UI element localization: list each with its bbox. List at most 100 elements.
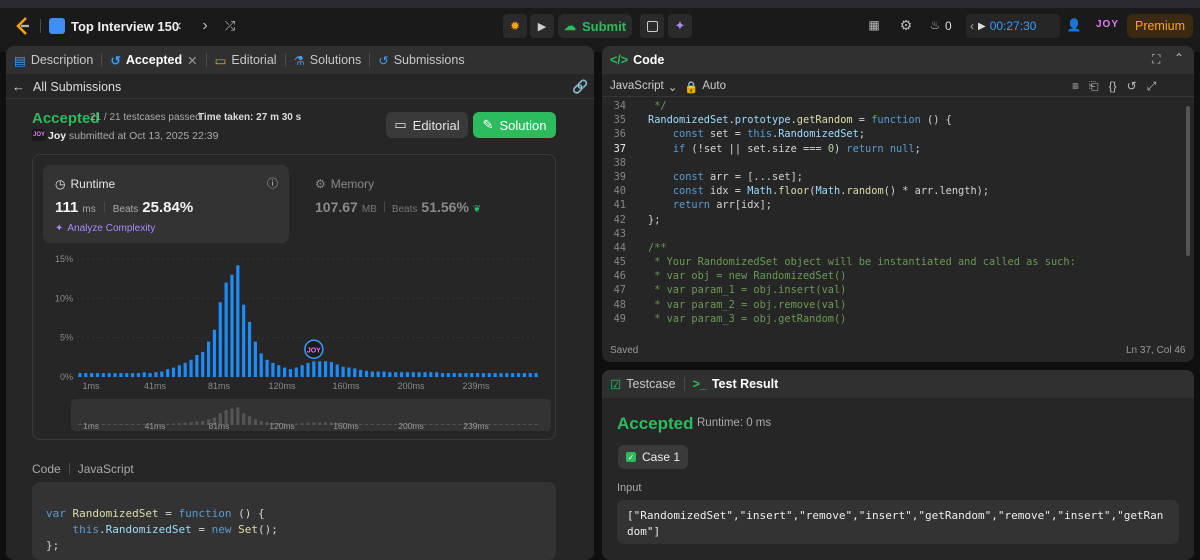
next-problem-icon[interactable]: › (198, 16, 212, 36)
overview-bar (259, 421, 263, 425)
note-button[interactable] (640, 14, 664, 38)
chart-bar (242, 304, 246, 377)
overview-bar (458, 424, 462, 425)
solution-button[interactable]: ✎ Solution (473, 112, 556, 138)
chart-bar (499, 373, 503, 377)
info-icon[interactable]: ⓘ (267, 175, 278, 191)
reset-icon[interactable]: ↺ (1127, 79, 1137, 94)
code-line: 41 return arr[idx]; (602, 199, 1182, 213)
overview-bar (429, 424, 433, 425)
timer-play-icon[interactable]: ▶ (978, 21, 986, 32)
braces-icon[interactable]: {} (1109, 79, 1117, 94)
chart-bar (166, 369, 170, 377)
editor-title: Code (633, 53, 665, 67)
problem-list-title[interactable]: Top Interview 150 (71, 19, 179, 34)
memory-value: 107.67 (315, 199, 358, 215)
tab-code[interactable]: </> Code (602, 46, 672, 74)
editor-scrollbar[interactable] (1186, 106, 1190, 256)
memory-beats-label: Beats (391, 204, 418, 215)
overview-bar (370, 424, 374, 425)
debug-button[interactable]: ✹ (503, 14, 527, 38)
overview-bar (528, 424, 532, 425)
user-avatar[interactable]: JOY (1096, 19, 1119, 30)
check-square-icon: ☑ (610, 377, 622, 392)
editor-panel: </> Code ⛶ ⌃ JavaScript ⌄ 🔒 Auto ≡ ⎗ {} ↺… (602, 46, 1194, 362)
tab-accepted[interactable]: ↺ Accepted ✕ (102, 46, 205, 74)
cursor-position: Ln 37, Col 46 (1126, 345, 1186, 356)
collapse-icon[interactable]: ⌃ (1174, 51, 1184, 65)
chart-bar (101, 373, 105, 377)
chart-bar (429, 372, 433, 377)
analyze-complexity-link[interactable]: ✦ Analyze Complexity (55, 223, 155, 234)
tab-editorial[interactable]: ▭ Editorial (207, 46, 285, 74)
prev-problem-icon[interactable]: ‹ (172, 16, 186, 36)
shuffle-icon[interactable]: ⤮ (222, 17, 238, 35)
chart-bar (353, 368, 357, 377)
premium-button[interactable]: Premium (1127, 14, 1193, 38)
tab-solutions[interactable]: ⚗ Solutions (286, 46, 370, 74)
editorial-button[interactable]: ▭ Editorial (386, 112, 468, 138)
mode-select[interactable]: 🔒 Auto (684, 80, 726, 94)
chart-bar (470, 373, 474, 377)
settings-gear-icon[interactable]: ⚙ (898, 17, 914, 33)
submitter-name[interactable]: Joy (48, 130, 66, 142)
chart-bar (218, 302, 222, 377)
run-button[interactable]: ▶ (530, 14, 554, 38)
overview-bar (516, 424, 521, 425)
back-to-submissions[interactable]: ← All Submissions (12, 79, 121, 94)
timer-collapse-icon[interactable]: ‹ (970, 19, 974, 33)
ai-assist-button[interactable]: ✦ (668, 14, 692, 38)
chart-bar (224, 282, 228, 377)
input-box: ["RandomizedSet","insert","remove","inse… (617, 500, 1179, 544)
chart-bar (394, 372, 398, 377)
code-icon: </> (610, 53, 629, 67)
code-line: 48 * var param_2 = obj.remove(val) (602, 299, 1182, 313)
y-tick-label: 0% (60, 372, 73, 382)
submit-button[interactable]: ☁ Submit (558, 14, 632, 38)
add-user-icon[interactable]: 👤 (1066, 17, 1082, 33)
code-line: 43 (602, 228, 1182, 242)
problem-list-icon[interactable] (49, 18, 65, 34)
chart-bar (464, 373, 468, 377)
fullscreen-icon[interactable]: ⤢ (1147, 79, 1157, 94)
tab-testcase[interactable]: ☑ Testcase (602, 370, 684, 398)
timer-widget[interactable]: ‹ ▶ 00:27:30 (966, 14, 1060, 38)
close-tab-icon[interactable]: ✕ (187, 53, 197, 68)
stats-card: ◷ Runtime ⓘ 111 ms Beats 25.84% ✦ Analyz… (32, 154, 556, 440)
testcases-passed: 21 / 21 testcases passed (90, 112, 201, 123)
line-number: 45 (613, 256, 626, 269)
overview-bar (166, 423, 170, 425)
memory-card[interactable]: ⚙ Memory 107.67 MB Beats 51.56% ❦ (311, 165, 541, 243)
link-icon[interactable]: 🔗 (572, 79, 588, 95)
runtime-distribution-chart[interactable]: 15% 10% 5% 0% JOY 1ms 41ms 81ms 120ms 160ms 200ms 2… (33, 247, 557, 439)
overview-tick-label: 41ms (145, 421, 166, 431)
chart-bar (171, 367, 176, 377)
streak-fire-icon[interactable]: ♨ (928, 17, 942, 33)
expand-icon[interactable]: ⛶ (1152, 52, 1160, 67)
chart-bar (130, 373, 135, 377)
code-editor[interactable]: 34 */35 RandomizedSet.prototype.getRandom… (602, 100, 1182, 330)
overview-bar (247, 416, 252, 425)
tab-test-result[interactable]: >_ Test Result (685, 370, 787, 398)
layout-icon[interactable]: ▦ (867, 18, 881, 32)
language-select[interactable]: JavaScript ⌄ (610, 80, 677, 94)
leetcode-logo[interactable] (14, 16, 32, 36)
tab-description[interactable]: ▤ Description (6, 46, 101, 74)
chart-bar (364, 370, 369, 377)
bookmark-icon[interactable]: ⎗ (1089, 79, 1099, 94)
y-tick-label: 10% (55, 293, 73, 303)
code-preview-language: JavaScript (77, 462, 134, 476)
runtime-unit: ms (82, 204, 96, 215)
format-icon[interactable]: ≡ (1072, 79, 1079, 94)
note-icon (646, 20, 658, 32)
case-1-tab[interactable]: ✓ Case 1 (618, 445, 688, 469)
line-number: 44 (613, 241, 626, 254)
overview-bar (253, 419, 257, 425)
chart-bar (417, 372, 421, 377)
my-runtime-avatar-label: JOY (307, 347, 321, 354)
chart-bar (160, 371, 164, 377)
tab-submissions[interactable]: ↺ Submissions (370, 46, 472, 74)
code-preview-block[interactable]: var RandomizedSet = function () { this.R… (32, 482, 556, 560)
runtime-card[interactable]: ◷ Runtime ⓘ 111 ms Beats 25.84% ✦ Analyz… (43, 165, 289, 243)
overview-bar (177, 423, 181, 425)
